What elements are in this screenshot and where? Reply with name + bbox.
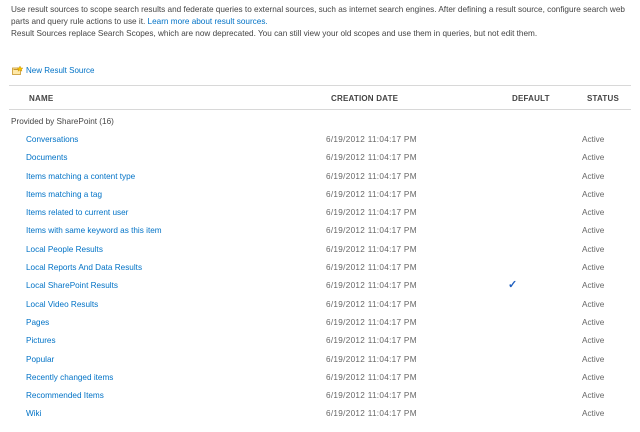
status-text: Active	[582, 299, 605, 309]
creation-date: 6/19/2012 11:04:17 PM	[326, 226, 417, 236]
column-header-default[interactable]: DEFAULT	[512, 94, 550, 103]
table-row: Items related to current user 6/19/2012 1…	[0, 204, 640, 222]
result-source-name-link[interactable]: Pages	[26, 318, 49, 327]
creation-date: 6/19/2012 11:04:17 PM	[326, 244, 417, 254]
creation-date: 6/19/2012 11:04:17 PM	[326, 336, 417, 346]
status-text: Active	[582, 153, 605, 163]
result-source-name-link[interactable]: Items related to current user	[26, 208, 128, 217]
status-text: Active	[582, 263, 605, 273]
creation-date: 6/19/2012 11:04:17 PM	[326, 354, 417, 364]
creation-date: 6/19/2012 11:04:17 PM	[326, 135, 417, 144]
creation-date: 6/19/2012 11:04:17 PM	[326, 317, 417, 327]
result-source-name-link[interactable]: Items matching a tag	[26, 190, 102, 199]
new-item-icon	[12, 66, 23, 75]
divider-header	[9, 109, 631, 110]
creation-date: 6/19/2012 11:04:17 PM	[326, 372, 417, 382]
creation-date: 6/19/2012 11:04:17 PM	[326, 391, 417, 401]
table-row: Wiki 6/19/2012 11:04:17 PM Active	[0, 405, 640, 423]
result-source-name-link[interactable]: Conversations	[26, 135, 78, 144]
table-row: Pictures 6/19/2012 11:04:17 PM Active	[0, 332, 640, 350]
result-source-name-link[interactable]: Recently changed items	[26, 373, 113, 382]
status-text: Active	[582, 226, 605, 236]
result-source-name-link[interactable]: Local Reports And Data Results	[26, 263, 142, 272]
status-text: Active	[582, 409, 605, 419]
intro-line-1: Use result sources to scope search resul…	[11, 5, 625, 14]
result-source-name-link[interactable]: Items matching a content type	[26, 172, 135, 181]
creation-date: 6/19/2012 11:04:17 PM	[326, 263, 417, 273]
creation-date: 6/19/2012 11:04:17 PM	[326, 281, 417, 291]
column-header-creation-date[interactable]: CREATION DATE	[331, 94, 398, 103]
new-result-source-label: New Result Source	[26, 66, 95, 75]
result-source-name-link[interactable]: Pictures	[26, 336, 56, 345]
new-result-source-button[interactable]: New Result Source	[12, 66, 94, 75]
creation-date: 6/19/2012 11:04:17 PM	[326, 409, 417, 419]
table-row: Popular 6/19/2012 11:04:17 PM Active	[0, 351, 640, 369]
intro-line-3: Result Sources replace Search Scopes, wh…	[11, 29, 538, 38]
learn-more-link[interactable]: Learn more about result sources.	[148, 17, 268, 26]
intro-text: Use result sources to scope search resul…	[11, 4, 631, 40]
result-source-name-link[interactable]: Local SharePoint Results	[26, 281, 118, 290]
status-text: Active	[582, 336, 605, 346]
result-source-name-link[interactable]: Items with same keyword as this item	[26, 226, 162, 235]
status-text: Active	[582, 171, 605, 181]
group-header[interactable]: Provided by SharePoint (16)	[11, 117, 114, 126]
status-text: Active	[582, 135, 605, 144]
creation-date: 6/19/2012 11:04:17 PM	[326, 171, 417, 181]
default-check-icon: ✓	[508, 279, 518, 292]
status-text: Active	[582, 189, 605, 199]
status-text: Active	[582, 281, 605, 291]
table-row: Recently changed items 6/19/2012 11:04:17…	[0, 369, 640, 387]
result-source-list: Conversations 6/19/2012 11:04:17 PM Active…	[0, 131, 640, 424]
result-source-name-link[interactable]: Recommended Items	[26, 391, 104, 400]
intro-line-2: parts and query rule actions to use it. …	[11, 16, 631, 28]
status-text: Active	[582, 244, 605, 254]
table-row: Local SharePoint Results 6/19/2012 11:04:…	[0, 277, 640, 295]
status-text: Active	[582, 317, 605, 327]
creation-date: 6/19/2012 11:04:17 PM	[326, 189, 417, 199]
status-text: Active	[582, 372, 605, 382]
creation-date: 6/19/2012 11:04:17 PM	[326, 153, 417, 163]
result-source-name-link[interactable]: Local People Results	[26, 245, 103, 254]
table-row: Local Video Results 6/19/2012 11:04:17 PM…	[0, 296, 640, 314]
intro-line-2-text: parts and query rule actions to use it.	[11, 17, 146, 26]
status-text: Active	[582, 208, 605, 218]
status-text: Active	[582, 354, 605, 364]
result-source-name-link[interactable]: Wiki	[26, 409, 41, 418]
table-row: Documents 6/19/2012 11:04:17 PM Active	[0, 149, 640, 167]
creation-date: 6/19/2012 11:04:17 PM	[326, 208, 417, 218]
table-row: Items with same keyword as this item 6/19…	[0, 222, 640, 240]
result-source-name-link[interactable]: Documents	[26, 153, 67, 162]
table-row: Local People Results 6/19/2012 11:04:17 P…	[0, 241, 640, 259]
column-header-status[interactable]: STATUS	[587, 94, 619, 103]
result-source-name-link[interactable]: Popular	[26, 355, 54, 364]
table-row: Local Reports And Data Results 6/19/2012 …	[0, 259, 640, 277]
table-row: Conversations 6/19/2012 11:04:17 PM Active	[0, 131, 640, 149]
table-row: Recommended Items 6/19/2012 11:04:17 PM Ac…	[0, 387, 640, 405]
table-row: Items matching a content type 6/19/2012 1…	[0, 168, 640, 186]
column-header-name[interactable]: NAME	[29, 94, 53, 103]
status-text: Active	[582, 391, 605, 401]
result-source-name-link[interactable]: Local Video Results	[26, 300, 98, 309]
table-row: Items matching a tag 6/19/2012 11:04:17 P…	[0, 186, 640, 204]
creation-date: 6/19/2012 11:04:17 PM	[326, 299, 417, 309]
divider-top	[9, 85, 631, 86]
table-row: Pages 6/19/2012 11:04:17 PM Active	[0, 314, 640, 332]
